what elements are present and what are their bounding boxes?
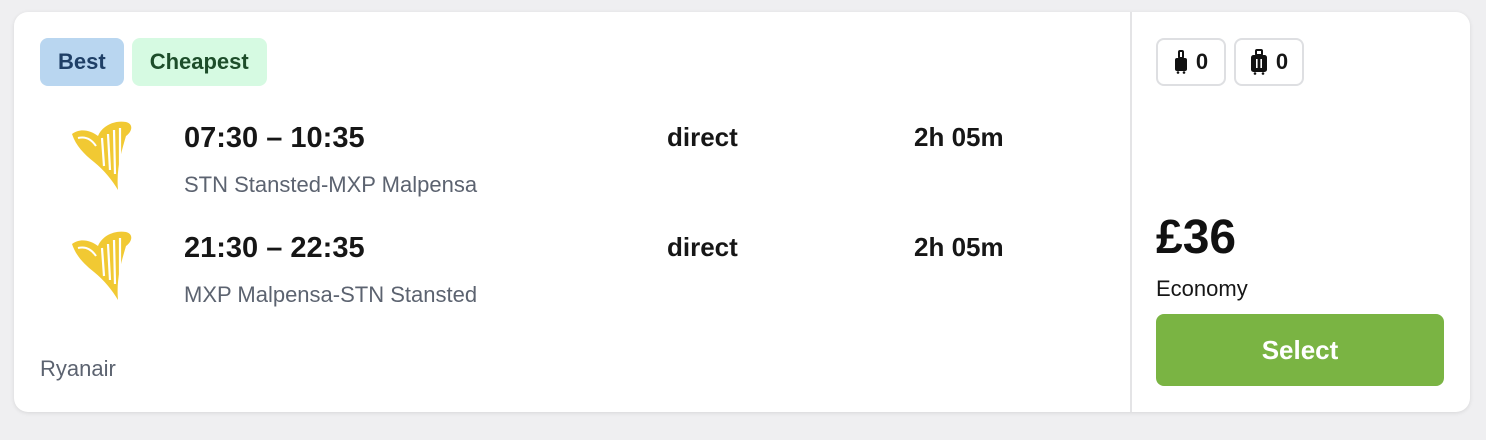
outbound-times: 07:30 – 10:35: [184, 122, 365, 154]
outbound-stops: direct: [667, 122, 738, 152]
flight-result-card[interactable]: Best Cheapest 07:30 – 10:35 STN Stansted…: [14, 12, 1470, 412]
baggage-info: 0 0: [1156, 38, 1304, 86]
ryanair-harp-icon: [72, 231, 132, 300]
cabin-class: Economy: [1156, 276, 1248, 301]
outbound-duration: 2h 05m: [914, 122, 1004, 152]
checked-bag-count: 0: [1275, 49, 1289, 74]
checked-bag-icon: [1250, 49, 1267, 75]
cabin-bag-icon: [1174, 50, 1187, 74]
price-amount: £36: [1156, 211, 1237, 264]
outbound-route: STN Stansted-MXP Malpensa: [184, 172, 478, 197]
cabin-bag-indicator[interactable]: 0: [1156, 38, 1226, 86]
cabin-bag-count: 0: [1195, 49, 1209, 74]
cheapest-badge: Cheapest: [131, 38, 267, 86]
select-button[interactable]: Select: [1156, 314, 1444, 386]
return-duration: 2h 05m: [914, 232, 1004, 262]
best-badge: Best: [40, 38, 124, 86]
outbound-leg: 07:30 – 10:35 STN Stansted-MXP Malpensa …: [14, 118, 1130, 208]
card-divider: [1130, 12, 1132, 412]
badge-row: Best Cheapest: [40, 38, 267, 86]
ryanair-harp-icon: [72, 121, 132, 190]
return-leg: 21:30 – 22:35 MXP Malpensa-STN Stansted …: [14, 228, 1130, 318]
return-route: MXP Malpensa-STN Stansted: [184, 282, 478, 307]
airline-name: Ryanair: [40, 356, 116, 381]
return-stops: direct: [667, 232, 738, 262]
return-times: 21:30 – 22:35: [184, 232, 365, 264]
checked-bag-indicator[interactable]: 0: [1234, 38, 1304, 86]
